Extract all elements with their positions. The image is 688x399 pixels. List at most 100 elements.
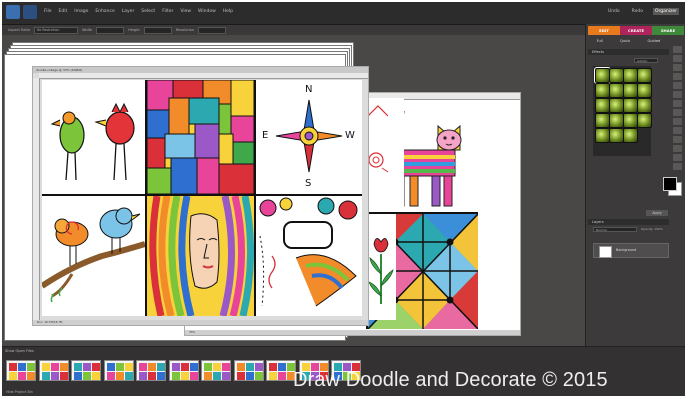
aspect-ratio-select[interactable]: No Restriction [34,26,78,34]
height-field[interactable] [143,26,172,34]
clone-stamp-tool-icon[interactable] [673,163,682,170]
eyedropper-tool-icon[interactable] [673,73,682,80]
bin-thumbnail[interactable] [168,360,199,381]
effect-thumbnail[interactable] [595,98,610,113]
apply-button[interactable]: Apply [646,210,668,216]
menu-edit[interactable]: Edit [59,9,68,14]
edit-subtabs: Full Quick Guided [588,37,669,45]
app-window: File Edit Image Enhance Layer Select Fil… [2,2,685,396]
document-canvas[interactable]: N S E W [42,80,362,316]
effect-thumbnail[interactable] [637,68,652,83]
layers-panel-header[interactable]: Layers [588,219,669,225]
menu-filter[interactable]: Filter [162,9,173,14]
bin-thumbnail[interactable] [201,360,231,381]
gradient-tool-icon[interactable] [673,136,682,143]
main-menu: File Edit Image Enhance Layer Select Fil… [44,9,233,14]
effect-thumbnail[interactable] [637,113,652,128]
marquee-tool-icon[interactable] [673,82,682,89]
redo-button[interactable]: Redo [630,8,645,15]
mode-tabs: EDIT CREATE SHARE [588,26,684,35]
tab-edit[interactable]: EDIT [588,26,620,35]
effect-thumbnail[interactable] [609,113,624,128]
bin-thumbnail[interactable] [266,360,296,381]
effect-thumbnail[interactable] [609,68,624,83]
effect-thumbnail[interactable] [609,83,624,98]
bin-thumbnail[interactable] [38,360,69,381]
topbar-actions: Undo Redo Organizer [606,8,679,15]
resolution-label: Resolution [175,28,195,32]
blend-mode-select[interactable]: Normal [593,227,637,232]
zoom-tool-icon[interactable] [673,55,682,62]
aspect-ratio-label: Aspect Ratio [8,28,30,32]
tab-share[interactable]: SHARE [652,26,684,35]
foreground-color-swatch[interactable] [663,177,677,191]
color-blocks-drawing [147,80,254,194]
effect-thumbnail[interactable] [623,113,638,128]
effect-thumbnail[interactable] [623,68,638,83]
project-bin-dropdown[interactable]: Show Open Files [5,349,34,353]
menu-view[interactable]: View [180,9,191,14]
tab-create[interactable]: CREATE [620,26,652,35]
bin-thumbnail[interactable] [103,360,134,381]
bin-thumbnail[interactable] [233,360,264,381]
effect-thumbnail[interactable] [609,98,624,113]
horizontal-ruler [39,73,368,79]
effects-panel-header[interactable]: Effects [588,49,669,55]
compass-drawing: N S E W [256,80,362,194]
organizer-button[interactable]: Organizer [652,8,679,15]
menu-help[interactable]: Help [223,9,233,14]
layer-name: Background [616,248,637,252]
resolution-field[interactable] [198,26,227,34]
menu-layer[interactable]: Layer [122,9,135,14]
width-label: Width [82,28,93,32]
menu-window[interactable]: Window [198,9,216,14]
lasso-tool-icon[interactable] [673,91,682,98]
effect-thumbnail[interactable] [594,67,611,84]
menu-image[interactable]: Image [74,9,88,14]
effect-thumbnail[interactable] [623,83,638,98]
brush-tool-icon[interactable] [673,109,682,116]
app-logo-icon[interactable] [6,5,20,19]
text-tool-icon[interactable] [673,145,682,152]
front-document-window[interactable]: doodle-collage @ 33% (RGB/8) N S E W Doc… [32,66,369,326]
crop-tool-icon[interactable] [673,154,682,161]
eraser-tool-icon[interactable] [673,118,682,125]
tab-full-edit[interactable]: Full [597,37,603,45]
tab-guided-edit[interactable]: Guided [647,37,660,45]
effect-thumbnail[interactable] [595,113,610,128]
effect-thumbnail[interactable] [637,83,652,98]
layer-row[interactable]: Background [593,243,669,258]
move-tool-icon[interactable] [673,46,682,53]
opacity-field[interactable]: Opacity: 100% [641,227,663,231]
compass-north-label: N [305,84,313,95]
right-panel: EDIT CREATE SHARE Full Quick Guided Effe… [585,24,685,346]
paint-bucket-tool-icon[interactable] [673,127,682,134]
compass-south-label: S [305,178,312,189]
height-label: Height [128,28,140,32]
compass-east-label: E [262,130,269,141]
effect-thumbnail[interactable] [609,128,624,143]
birds-on-branch-drawing [42,196,145,316]
effect-thumbnail[interactable] [637,98,652,113]
tab-quick-fix[interactable]: Quick [620,37,630,45]
doodle-fragment [366,98,404,208]
hide-project-bin-button[interactable]: Hide Project Bin [6,390,33,394]
menu-select[interactable]: Select [141,9,155,14]
effect-thumbnail[interactable] [623,128,638,143]
hand-tool-icon[interactable] [673,64,682,71]
undo-button[interactable]: Undo [606,8,622,15]
menu-file[interactable]: File [44,9,52,14]
bin-thumbnail[interactable] [136,360,166,381]
tool-options-bar: Aspect Ratio No Restriction Width Height… [2,25,685,35]
bin-thumbnail[interactable] [71,360,101,381]
effect-thumbnail[interactable] [623,98,638,113]
effects-category-select[interactable]: Artistic [634,58,658,63]
menu-enhance[interactable]: Enhance [95,9,114,14]
effect-thumbnail[interactable] [595,128,610,143]
bin-thumbnail[interactable] [6,360,36,381]
effect-thumbnail[interactable] [595,83,610,98]
width-field[interactable] [96,26,125,34]
toolbox [672,46,684,266]
home-icon[interactable] [23,5,37,19]
magic-wand-tool-icon[interactable] [673,100,682,107]
